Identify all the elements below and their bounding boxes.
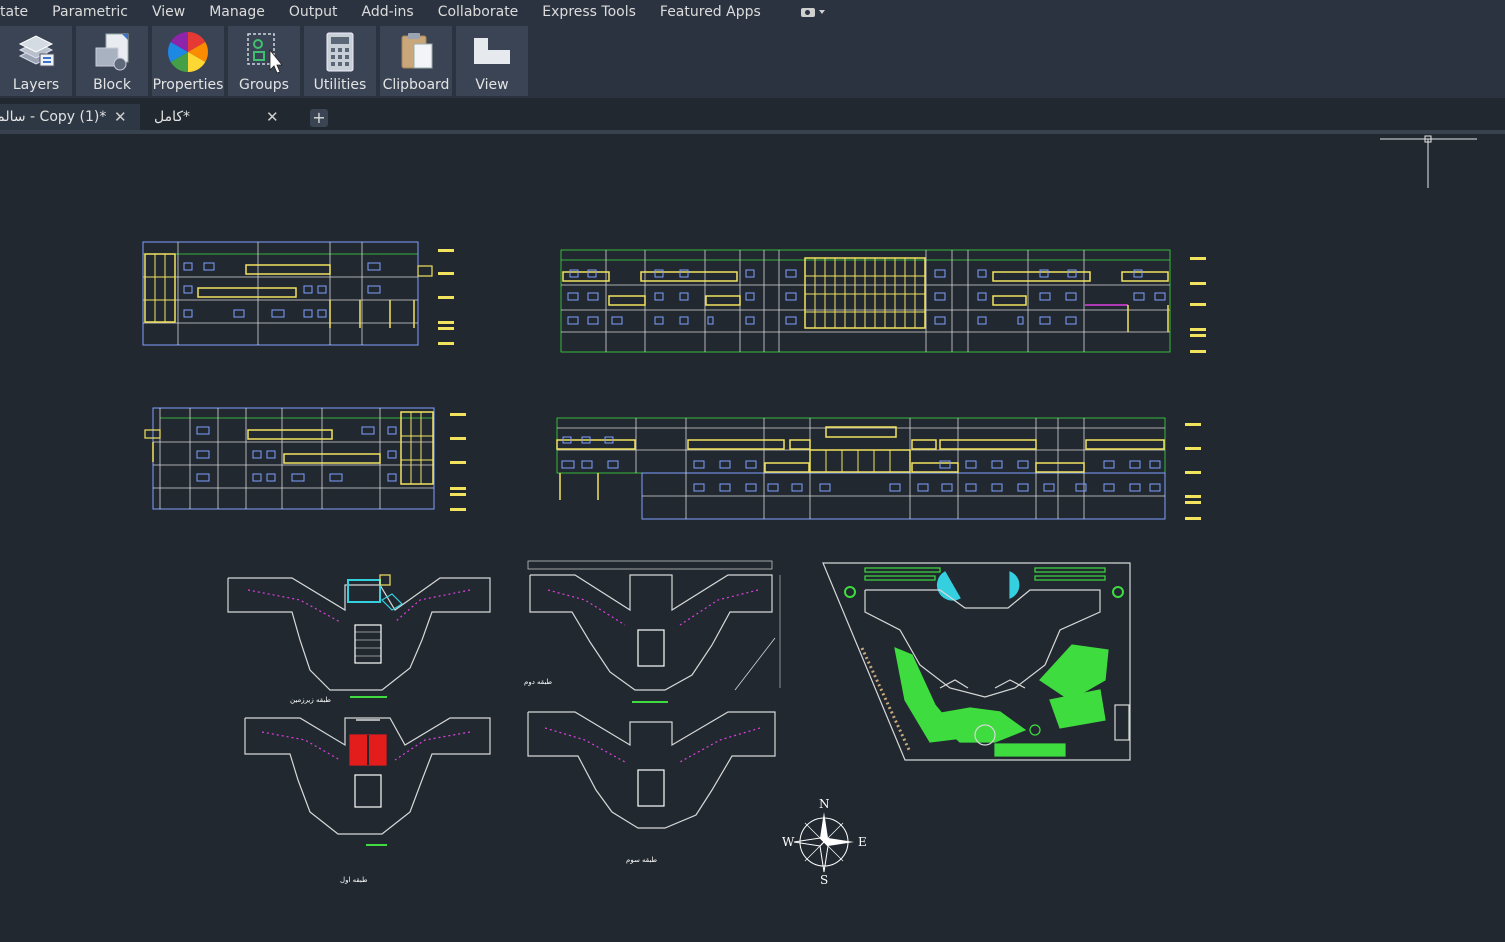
compass-label-s: S bbox=[820, 873, 828, 887]
workspace-switcher[interactable] bbox=[800, 7, 825, 17]
plan-label-second-floor: طبقه دوم bbox=[524, 678, 552, 686]
floor-plan-third bbox=[527, 711, 776, 829]
menu-item-parametric[interactable]: Parametric bbox=[40, 0, 140, 24]
menu-item-express-tools[interactable]: Express Tools bbox=[530, 0, 648, 24]
floor-plan-basement bbox=[227, 574, 491, 698]
drawing-canvas[interactable]: طبقه زیرزمین طبقه اول طبقه دوم طبقه سوم … bbox=[0, 134, 1505, 942]
tab-document-copy-label: سالم - Copy (1)* bbox=[0, 109, 107, 125]
clipboard-icon bbox=[401, 33, 433, 69]
ribbon-button-layers[interactable]: Layers bbox=[0, 26, 72, 96]
tab-document-copy[interactable]: سالم - Copy (1)* ✕ bbox=[0, 104, 140, 132]
elevation-drawing-1 bbox=[142, 241, 433, 346]
ribbon-button-utilities[interactable]: Utilities bbox=[304, 26, 376, 96]
ribbon-label-clipboard: Clipboard bbox=[382, 77, 450, 93]
document-tab-bar: سالم - Copy (1)* ✕ کامل* ✕ + bbox=[0, 102, 1505, 132]
floor-plan-second bbox=[527, 560, 781, 703]
ribbon-button-groups[interactable]: Groups bbox=[228, 26, 300, 96]
crosshair-cursor bbox=[1380, 135, 1477, 188]
groups-icon bbox=[247, 33, 283, 74]
compass-label-n: N bbox=[819, 797, 830, 811]
menu-item-output[interactable]: Output bbox=[277, 0, 350, 24]
ribbon-label-properties: Properties bbox=[152, 77, 224, 93]
menu-item-collaborate[interactable]: Collaborate bbox=[426, 0, 531, 24]
block-icon bbox=[95, 33, 129, 71]
site-plan bbox=[822, 562, 1131, 761]
menu-item-view[interactable]: View bbox=[140, 0, 197, 24]
ribbon-button-view[interactable]: View bbox=[456, 26, 528, 96]
tab-document-full-label: کامل* bbox=[154, 109, 191, 125]
elevation-drawing-3 bbox=[144, 407, 435, 510]
close-icon[interactable]: ✕ bbox=[114, 108, 127, 126]
layers-icon bbox=[18, 35, 55, 67]
menu-item-annotate[interactable]: tate bbox=[0, 0, 40, 24]
close-icon[interactable]: ✕ bbox=[266, 108, 279, 126]
ribbon-label-groups: Groups bbox=[239, 77, 289, 93]
menu-bar: tate Parametric View Manage Output Add-i… bbox=[0, 0, 1505, 24]
level-markers bbox=[438, 249, 1206, 520]
ribbon-label-utilities: Utilities bbox=[313, 77, 367, 93]
chevron-down-icon bbox=[818, 10, 825, 14]
ribbon-label-view: View bbox=[475, 77, 509, 93]
plan-label-third-floor: طبقه سوم bbox=[626, 856, 657, 864]
north-arrow: N S E W bbox=[782, 797, 867, 887]
plan-label-basement: طبقه زیرزمین bbox=[290, 696, 331, 704]
elevation-drawing-4 bbox=[556, 417, 1166, 520]
camera-icon bbox=[800, 7, 815, 17]
menu-item-featured-apps[interactable]: Featured Apps bbox=[648, 0, 773, 24]
compass-label-e: E bbox=[858, 835, 867, 849]
floor-plan-first bbox=[244, 717, 491, 846]
ribbon-button-block[interactable]: Block bbox=[76, 26, 148, 96]
plan-label-first-floor: طبقه اول bbox=[340, 876, 368, 884]
ribbon-label-block: Block bbox=[93, 77, 131, 93]
elevation-drawing-2 bbox=[560, 249, 1171, 353]
view-icon bbox=[474, 38, 510, 64]
calculator-icon bbox=[326, 32, 354, 72]
compass-label-w: W bbox=[782, 835, 795, 849]
menu-item-addins[interactable]: Add-ins bbox=[349, 0, 425, 24]
menu-item-manage[interactable]: Manage bbox=[197, 0, 277, 24]
color-wheel-icon bbox=[168, 32, 208, 72]
ribbon: Layers Block Properties Groups Utilities… bbox=[0, 24, 1505, 98]
ribbon-label-layers: Layers bbox=[12, 77, 60, 93]
new-tab-button[interactable]: + bbox=[310, 109, 328, 127]
tab-document-full[interactable]: کامل* ✕ bbox=[148, 104, 294, 132]
ribbon-button-properties[interactable]: Properties bbox=[152, 26, 224, 96]
ribbon-button-clipboard[interactable]: Clipboard bbox=[380, 26, 452, 96]
